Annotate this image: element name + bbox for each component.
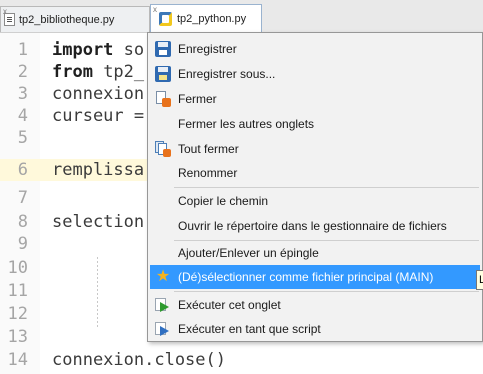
menu-separator [174,187,479,188]
close-all-documents-icon [155,141,171,157]
menu-item-run-as-script[interactable]: Exécuter en tant que script [150,317,480,341]
menu-item-label: Ajouter/Enlever un épingle [178,246,319,260]
menu-item-label: Tout fermer [178,142,239,156]
tooltip: Le [476,270,483,290]
code-text: connexion.close() [52,350,226,370]
code-text: selection [52,212,145,232]
code-text: remplissa [52,160,145,180]
menu-item-run-tab[interactable]: Exécuter cet onglet [150,293,480,317]
menu-item-label: Fermer [178,92,217,106]
line-number: 10 [7,258,28,278]
keyword: import [52,40,114,60]
tab-close-icon[interactable]: x [153,5,157,14]
line-number: 4 [17,106,28,126]
menu-item-label: Fermer les autres onglets [178,117,315,131]
menu-item-label: Exécuter en tant que script [178,322,321,336]
line-number: 11 [7,281,28,301]
line-number: 8 [17,212,28,232]
menu-item-label: Enregistrer [178,42,237,56]
code-rest: so [113,40,145,60]
line-number: 3 [17,84,28,104]
code-rest: tp2_ [92,62,145,82]
menu-item-label: Enregistrer sous... [178,67,276,81]
tab-tp2-bibliotheque[interactable]: x tp2_bibliotheque.py [0,6,150,32]
menu-item-close[interactable]: Fermer [150,87,480,111]
menu-item-label: Exécuter cet onglet [178,298,281,312]
line-number: 6 [17,160,28,180]
line-number: 13 [7,327,28,347]
tab-tp2-python[interactable]: x tp2_python.py [150,4,262,32]
line-number: 7 [17,188,28,208]
menu-item-toggle-pin[interactable]: Ajouter/Enlever un épingle [150,241,480,265]
code-text: import so [52,39,144,61]
save-icon [155,41,171,57]
tab-context-menu: Enregistrer Enregistrer sous... Fermer F… [147,32,483,342]
menu-item-open-folder[interactable]: Ouvrir le répertoire dans le gestionnair… [150,214,480,238]
line-number: 9 [17,234,28,254]
menu-item-label: Copier le chemin [178,194,269,208]
code-text: from tp2_ [52,61,144,83]
line-number: 5 [17,128,28,148]
keyword: from [52,62,93,82]
python-file-icon [159,11,172,26]
run-tab-icon [155,297,171,313]
tab-label: tp2_python.py [177,12,247,25]
line-number: 14 [7,350,28,370]
text-document-icon [4,13,15,26]
close-document-icon [155,91,171,107]
menu-item-close-all[interactable]: Tout fermer [150,137,480,161]
tab-label: tp2_bibliotheque.py [19,13,115,26]
menu-item-rename[interactable]: Renommer [150,161,480,185]
menu-item-save[interactable]: Enregistrer [150,37,480,61]
menu-item-close-others[interactable]: Fermer les autres onglets [150,112,480,136]
code-text: connexion [52,84,145,104]
menu-item-set-main-file[interactable]: ★ (Dé)sélectionner comme fichier princip… [150,265,480,289]
menu-item-save-as[interactable]: Enregistrer sous... [150,62,480,86]
line-number: 1 [17,40,28,60]
line-number: 12 [7,304,28,324]
tab-bar: x tp2_bibliotheque.py x tp2_python.py [0,0,483,33]
indent-guide [97,257,98,327]
star-icon: ★ [155,268,171,285]
save-as-icon [155,66,171,82]
menu-item-copy-path[interactable]: Copier le chemin [150,189,480,213]
code-text: curseur = [52,106,145,126]
code-line[interactable]: 14 connexion.close() [0,349,483,371]
menu-item-label: (Dé)sélectionner comme fichier principal… [178,270,434,284]
menu-item-label: Ouvrir le répertoire dans le gestionnair… [178,219,447,233]
menu-item-label: Renommer [178,166,238,180]
run-script-icon [155,321,171,337]
menu-separator [174,291,479,292]
line-number: 2 [17,62,28,82]
